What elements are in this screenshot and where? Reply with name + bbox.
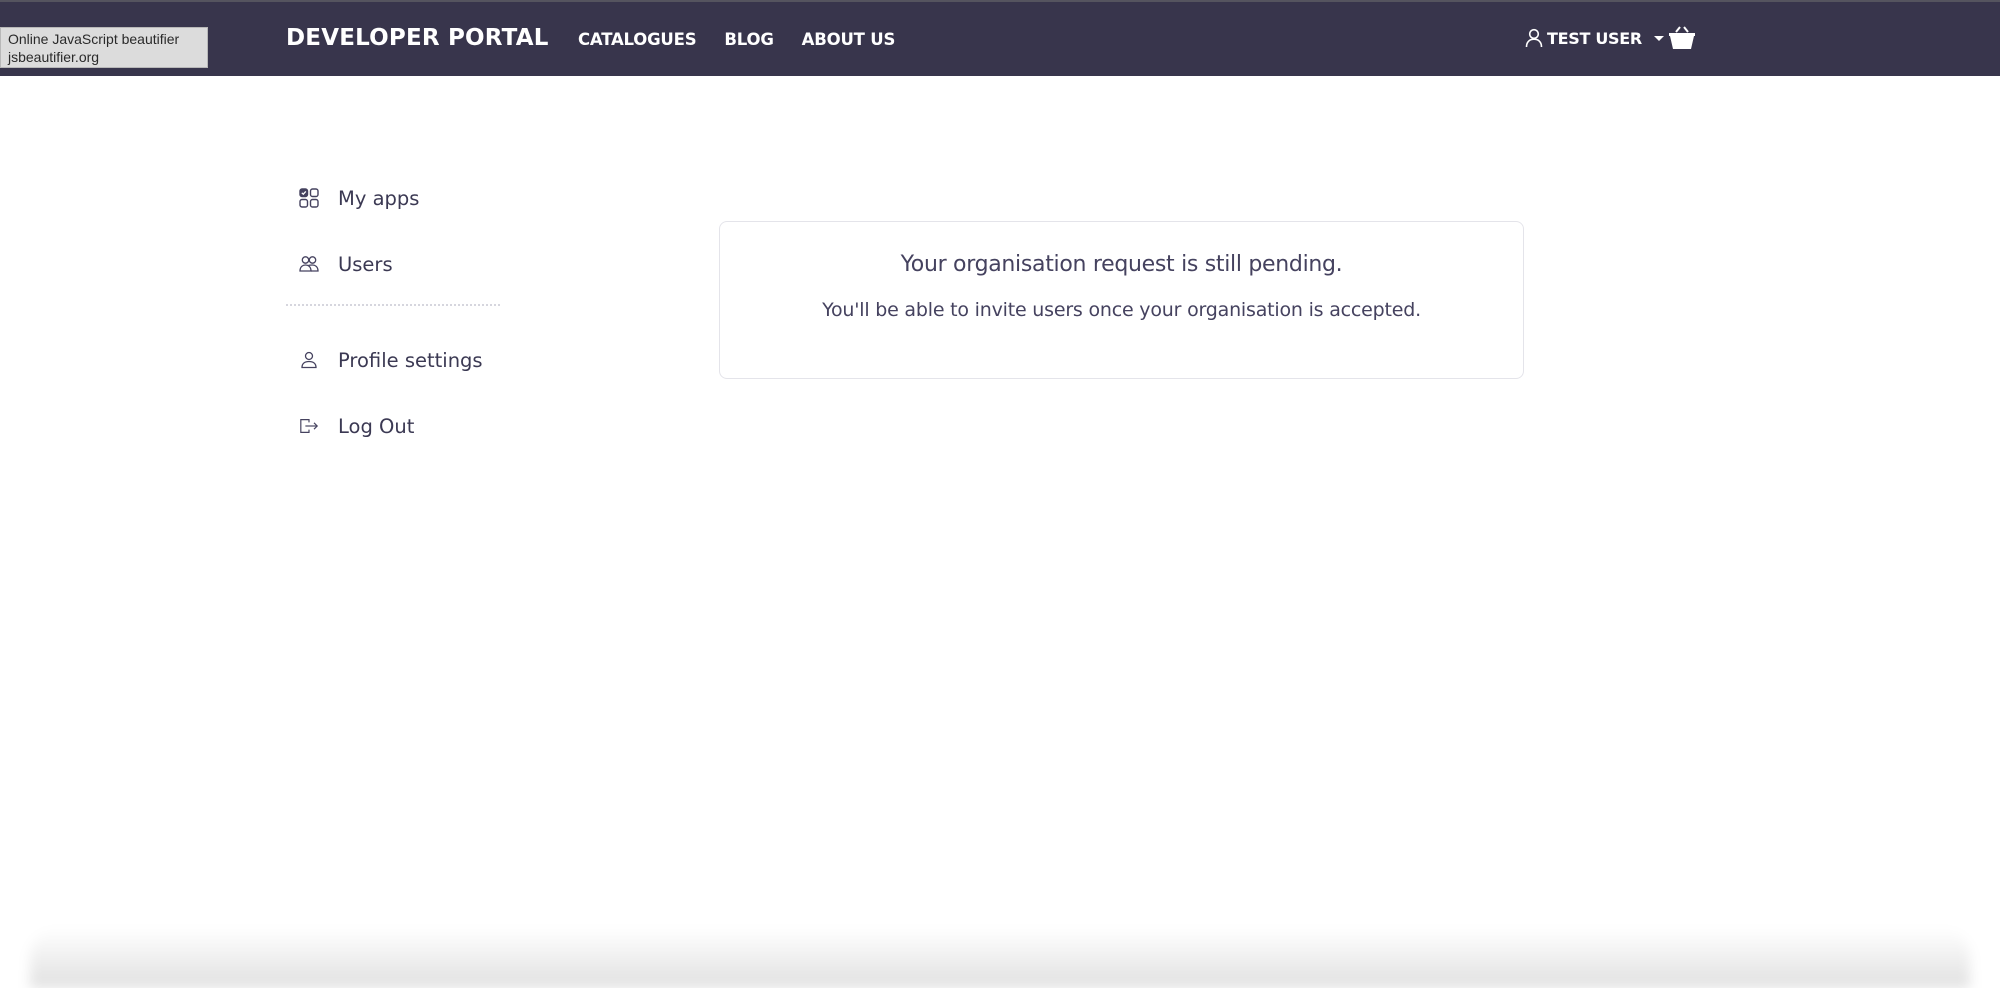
sidebar-item-log-out[interactable]: Log Out <box>286 408 500 444</box>
account-sidebar: My apps Users Profile settings Log Out <box>286 180 500 474</box>
bottom-shadow <box>30 928 1970 988</box>
sidebar-item-profile-settings[interactable]: Profile settings <box>286 342 500 378</box>
user-icon <box>1525 28 1543 48</box>
basket-icon[interactable] <box>1667 22 1697 56</box>
top-navbar: DEVELOPER PORTAL CATALOGUES BLOG ABOUT U… <box>0 0 2000 76</box>
logout-icon <box>299 416 319 436</box>
main-nav: CATALOGUES BLOG ABOUT US <box>578 30 895 49</box>
browser-tooltip: Online JavaScript beautifier jsbeautifie… <box>0 27 208 68</box>
sidebar-item-my-apps[interactable]: My apps <box>286 180 500 216</box>
users-icon <box>299 254 319 274</box>
profile-icon <box>299 350 319 370</box>
nav-about-us[interactable]: ABOUT US <box>802 30 896 49</box>
pending-message: You'll be able to invite users once your… <box>822 299 1421 321</box>
sidebar-item-label: Profile settings <box>338 348 483 372</box>
apps-grid-icon <box>299 188 319 208</box>
sidebar-item-label: Log Out <box>338 414 415 438</box>
pending-organisation-card: Your organisation request is still pendi… <box>719 221 1524 379</box>
sidebar-divider <box>286 304 500 306</box>
sidebar-item-users[interactable]: Users <box>286 246 500 282</box>
pending-title: Your organisation request is still pendi… <box>900 252 1343 277</box>
nav-catalogues[interactable]: CATALOGUES <box>578 30 697 49</box>
chevron-down-icon <box>1653 35 1664 41</box>
tooltip-url: jsbeautifier.org <box>8 49 100 65</box>
sidebar-item-label: Users <box>338 252 393 276</box>
user-name: TEST USER <box>1547 28 1642 48</box>
brand-logo[interactable]: DEVELOPER PORTAL <box>286 25 549 51</box>
tooltip-title: Online JavaScript beautifier <box>8 31 180 47</box>
user-menu-dropdown[interactable]: TEST USER <box>1525 28 1664 48</box>
sidebar-item-label: My apps <box>338 186 420 210</box>
nav-blog[interactable]: BLOG <box>724 30 773 49</box>
